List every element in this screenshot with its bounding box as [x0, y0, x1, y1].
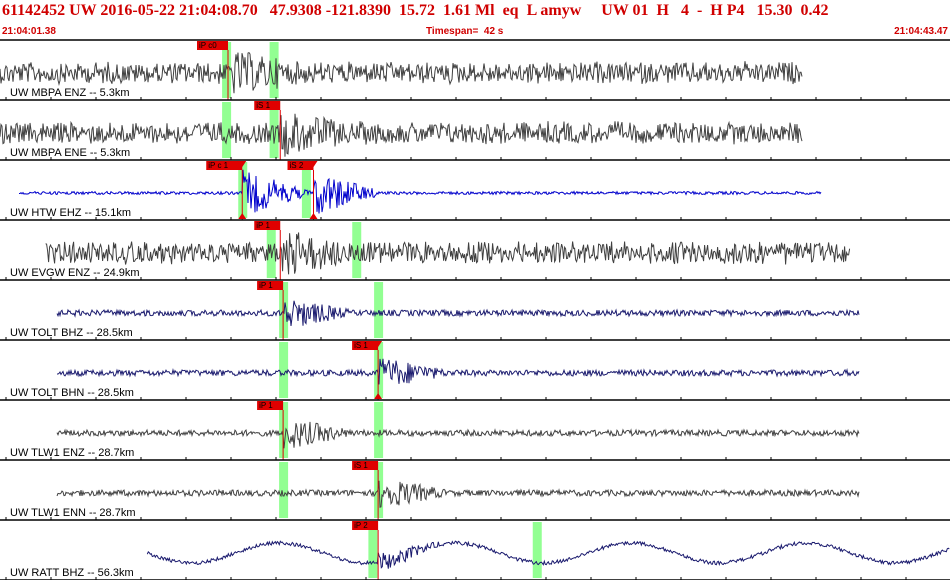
pick-label: iP 1	[259, 281, 273, 290]
channel-label: UW HTW EHZ -- 15.1km	[10, 207, 131, 219]
waveform-trace[interactable]	[56, 480, 860, 508]
phase-window	[532, 522, 542, 578]
pick-label: iP c 1	[208, 161, 228, 170]
channel-label: UW MBPA ENE -- 5.3km	[10, 147, 130, 159]
pick-label: iS 1	[256, 101, 270, 110]
waveform-trace[interactable]	[56, 300, 860, 326]
pick-label: iP 1	[259, 401, 273, 410]
channel-label: UW EVGW ENZ -- 24.9km	[10, 267, 140, 279]
channel-label: UW TOLT BHN -- 28.5km	[10, 387, 134, 399]
phase-window	[279, 342, 289, 398]
channel-label: UW TLW1 ENZ -- 28.7km	[10, 447, 134, 459]
seismogram-panel[interactable]: iP c0 UW MBPA ENZ -- 5.3km iS 1 UW MBPA ENE…	[0, 0, 950, 580]
pick-label: iS 2	[290, 161, 304, 170]
waveform-trace[interactable]	[45, 232, 851, 275]
pick-label: iS 1	[354, 461, 368, 470]
pick-label: iP 2	[354, 521, 368, 530]
waveform-trace[interactable]	[146, 540, 950, 569]
pick-label: iP 1	[256, 221, 270, 230]
waveform-trace[interactable]	[57, 358, 860, 385]
channel-label: UW RATT BHZ -- 56.3km	[10, 567, 134, 579]
channel-label: UW MBPA ENZ -- 5.3km	[10, 87, 130, 99]
phase-window	[374, 402, 384, 458]
phase-window	[279, 462, 289, 518]
pick-label: iS 1	[354, 341, 368, 350]
waveform-trace[interactable]	[19, 169, 822, 214]
phase-window	[368, 522, 378, 578]
channel-label: UW TOLT BHZ -- 28.5km	[10, 327, 133, 339]
phase-window	[222, 102, 232, 158]
channel-label: UW TLW1 ENN -- 28.7km	[10, 507, 136, 519]
waveform-trace[interactable]	[56, 421, 860, 449]
phase-window	[374, 282, 384, 338]
pick-label: iP c0	[199, 41, 217, 50]
